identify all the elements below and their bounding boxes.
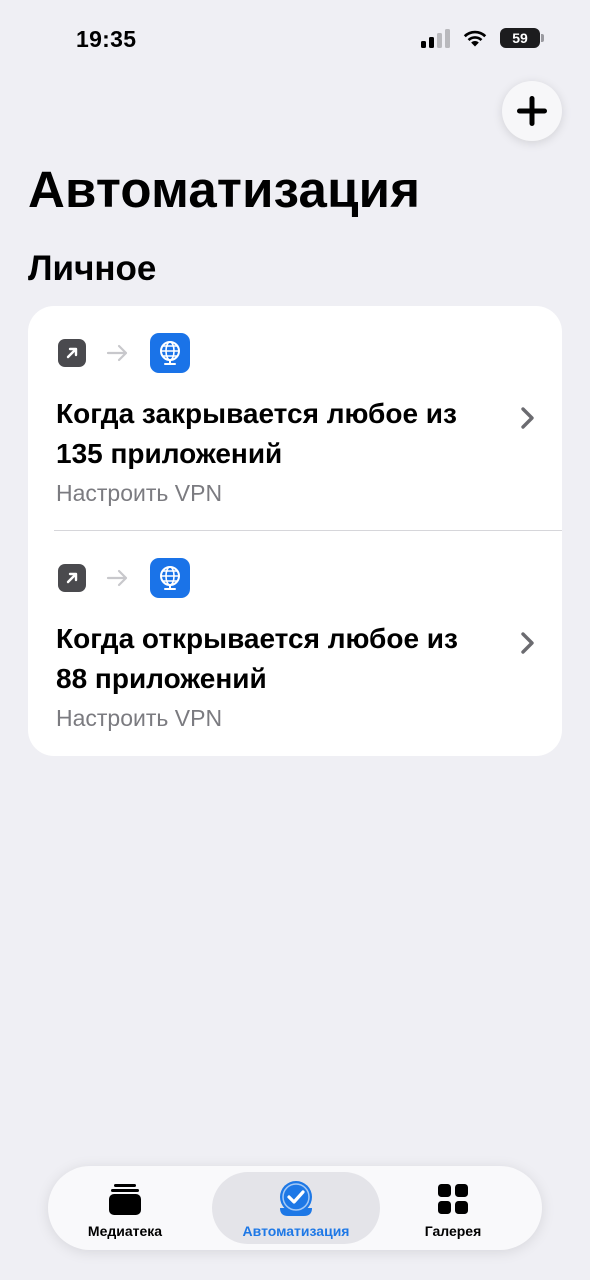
tab-automation[interactable]: Автоматизация [212, 1172, 380, 1244]
automation-title: Когда закрывается любое из 135 приложени… [56, 398, 457, 469]
chevron-right-icon [521, 407, 534, 429]
automation-screen: 19:35 59 Автоматизация Личное Когда закр… [0, 0, 590, 1280]
automation-item[interactable]: Когда закрывается любое из 135 приложени… [28, 306, 562, 531]
arrow-up-right-icon [58, 339, 86, 367]
chevron-right-icon [521, 632, 534, 654]
gallery-grid-icon [437, 1180, 469, 1218]
tab-label: Галерея [424, 1223, 482, 1239]
automations-list: Когда закрывается любое из 135 приложени… [28, 306, 562, 756]
status-time: 19:35 [76, 26, 137, 52]
automation-title: Когда открывается любое из 88 приложений [56, 623, 458, 694]
status-indicators: 59 [421, 28, 544, 48]
section-title: Личное [28, 249, 157, 288]
signal-icon [421, 28, 450, 48]
page-title: Автоматизация [28, 161, 421, 218]
arrow-up-right-icon [58, 564, 86, 592]
tab-library[interactable]: Медиатека [70, 1172, 180, 1244]
battery-icon: 59 [500, 28, 544, 48]
add-automation-button[interactable] [502, 81, 562, 141]
automation-flow-icons [58, 333, 190, 373]
tab-bar: Медиатека Автоматизация Галерея [48, 1166, 542, 1250]
library-stack-icon [107, 1180, 143, 1218]
vpn-globe-icon [150, 333, 190, 373]
automation-check-icon [277, 1180, 315, 1218]
arrow-right-icon [106, 344, 130, 362]
tab-label: Автоматизация [242, 1223, 350, 1239]
tab-label: Медиатека [87, 1223, 163, 1239]
wifi-icon [463, 30, 487, 47]
automation-action: Настроить VPN [56, 480, 223, 506]
vpn-globe-icon [150, 558, 190, 598]
battery-level: 59 [512, 30, 528, 46]
arrow-right-icon [106, 569, 130, 587]
tab-gallery[interactable]: Галерея [398, 1172, 508, 1244]
automation-action: Настроить VPN [56, 705, 223, 731]
plus-icon [517, 96, 547, 126]
automation-flow-icons [58, 558, 190, 598]
automation-item[interactable]: Когда открывается любое из 88 приложений… [28, 531, 562, 756]
